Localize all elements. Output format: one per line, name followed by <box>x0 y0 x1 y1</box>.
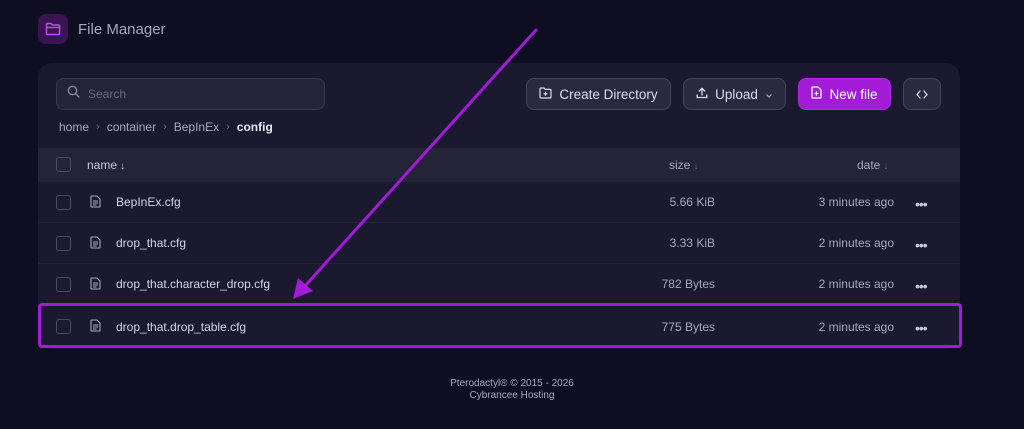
chevron-right-icon: › <box>96 121 100 133</box>
file-date: 2 minutes ago <box>818 277 894 291</box>
file-name[interactable]: drop_that.drop_table.cfg <box>116 320 246 334</box>
code-icon <box>916 87 928 102</box>
file-name[interactable]: drop_that.cfg <box>116 236 186 250</box>
select-all-checkbox[interactable] <box>56 157 71 172</box>
more-options-icon[interactable]: ••• <box>915 196 928 212</box>
row-checkbox[interactable] <box>56 236 71 251</box>
breadcrumb: home › container › BepInEx › config <box>59 120 273 134</box>
breadcrumb-current: config <box>236 120 273 134</box>
column-header-date[interactable]: date ↓ <box>857 158 888 172</box>
row-checkbox[interactable] <box>56 195 71 210</box>
table-row[interactable]: drop_that.cfg 3.33 KiB 2 minutes ago ••• <box>38 223 960 264</box>
file-date: 2 minutes ago <box>818 319 894 334</box>
breadcrumb-container[interactable]: container <box>107 120 156 134</box>
upload-icon <box>696 87 708 102</box>
chevron-right-icon: › <box>226 121 230 133</box>
create-directory-button[interactable]: Create Directory <box>526 78 671 110</box>
page-title: File Manager <box>78 20 166 38</box>
more-options-icon[interactable]: ••• <box>915 320 928 336</box>
row-checkbox[interactable] <box>56 319 71 334</box>
chevron-down-icon <box>765 87 773 102</box>
file-size: 3.33 KiB <box>669 236 715 250</box>
file-name[interactable]: BepInEx.cfg <box>116 195 181 209</box>
file-manager-panel: Create Directory Upload New file <box>38 63 960 349</box>
search-box[interactable] <box>56 78 325 110</box>
search-icon <box>67 85 80 103</box>
sort-arrow-icon: ↓ <box>693 161 699 172</box>
folder-plus-icon <box>539 86 552 102</box>
breadcrumb-bepinex[interactable]: BepInEx <box>174 120 219 134</box>
new-file-button[interactable]: New file <box>798 78 891 110</box>
table-row[interactable]: drop_that.drop_table.cfg 775 Bytes 2 min… <box>38 306 960 347</box>
new-file-label: New file <box>829 86 878 102</box>
file-icon <box>90 195 101 211</box>
search-input[interactable] <box>88 87 308 101</box>
app-header: File Manager <box>38 14 166 44</box>
footer: Pterodactyl® © 2015 - 2026 Cybrancee Hos… <box>0 378 1024 402</box>
more-options-icon[interactable]: ••• <box>915 278 928 294</box>
file-name[interactable]: drop_that.character_drop.cfg <box>116 277 270 291</box>
create-directory-label: Create Directory <box>559 86 658 102</box>
file-icon <box>90 236 101 252</box>
chevron-right-icon: › <box>163 121 167 133</box>
table-row[interactable]: drop_that.character_drop.cfg 782 Bytes 2… <box>38 264 960 305</box>
table-row[interactable]: BepInEx.cfg 5.66 KiB 3 minutes ago ••• <box>38 182 960 223</box>
file-icon <box>90 277 101 293</box>
column-header-size[interactable]: size ↓ <box>669 158 698 172</box>
file-plus-icon <box>811 86 823 102</box>
row-checkbox[interactable] <box>56 277 71 292</box>
sort-arrow-icon: ↓ <box>120 161 126 172</box>
sort-arrow-icon: ↓ <box>883 161 889 172</box>
file-size: 775 Bytes <box>661 319 715 334</box>
upload-button[interactable]: Upload <box>683 78 786 110</box>
footer-copyright: Pterodactyl® © 2015 - 2026 <box>450 378 574 389</box>
file-size: 782 Bytes <box>661 277 715 291</box>
folder-icon <box>38 14 68 44</box>
upload-label: Upload <box>715 86 758 102</box>
code-view-button[interactable] <box>903 78 941 110</box>
table-header: name ↓ size ↓ date ↓ <box>38 148 960 182</box>
column-header-name[interactable]: name ↓ <box>87 158 125 172</box>
footer-host: Cybrancee Hosting <box>469 390 555 401</box>
breadcrumb-home[interactable]: home <box>59 120 89 134</box>
file-icon <box>90 319 101 335</box>
file-date: 3 minutes ago <box>818 195 894 209</box>
file-date: 2 minutes ago <box>818 236 894 250</box>
more-options-icon[interactable]: ••• <box>915 237 928 253</box>
file-size: 5.66 KiB <box>669 195 715 209</box>
